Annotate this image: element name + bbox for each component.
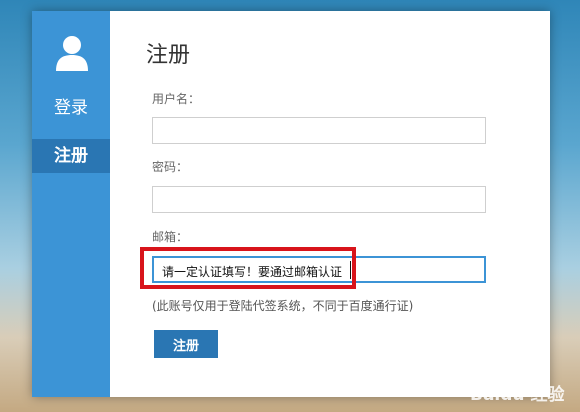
email-hint: (此账号仅用于登陆代签系统，不同于百度通行证) xyxy=(152,299,414,313)
sidebar: 登录 注册 xyxy=(32,11,110,397)
password-input[interactable] xyxy=(152,186,486,213)
watermark-logo: Baidu 经验 xyxy=(470,385,565,405)
register-button[interactable]: 注册 xyxy=(154,330,218,358)
username-label: 用户名： xyxy=(152,92,201,106)
register-dialog: 登录 注册 注册 用户名： 密码： 邮箱： 请一定认证填写！要通过邮箱认证 (此… xyxy=(32,11,550,397)
text-cursor xyxy=(350,261,351,279)
email-value: 请一定认证填写！要通过邮箱认证 xyxy=(162,265,343,279)
username-input[interactable] xyxy=(152,117,486,144)
email-label: 邮箱： xyxy=(152,230,189,244)
register-form: 注册 用户名： 密码： 邮箱： 请一定认证填写！要通过邮箱认证 (此账号仅用于登… xyxy=(110,11,550,397)
sidebar-item-register[interactable]: 注册 xyxy=(32,139,110,173)
user-icon xyxy=(56,36,88,71)
password-label: 密码： xyxy=(152,160,189,174)
sidebar-item-login[interactable]: 登录 xyxy=(32,91,110,125)
page-title: 注册 xyxy=(146,43,191,68)
